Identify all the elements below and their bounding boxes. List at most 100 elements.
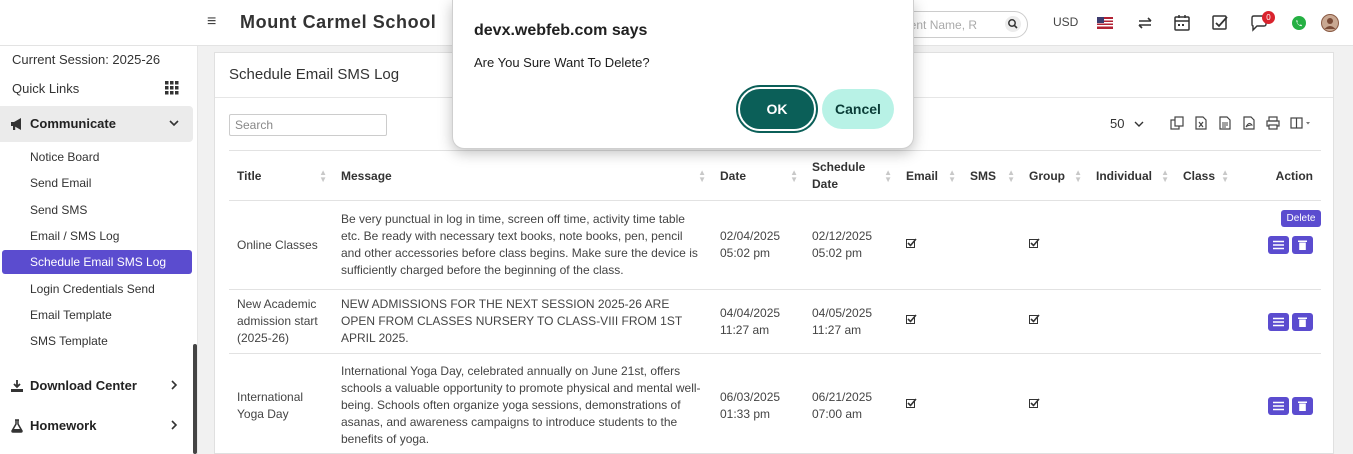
ok-button[interactable]: OK — [738, 87, 816, 131]
excel-icon[interactable] — [1194, 116, 1208, 130]
page-size-select[interactable]: 50 — [1110, 116, 1144, 131]
cell-individual — [1088, 289, 1175, 354]
delete-button[interactable] — [1292, 236, 1313, 254]
sort-icon: ▲ ▼ — [948, 168, 956, 184]
cell-sms — [962, 289, 1021, 354]
cell-action — [1235, 353, 1321, 454]
sidebar-section-label: Communicate — [30, 116, 116, 131]
sidebar-item-send-email[interactable]: Send Email — [2, 171, 192, 195]
column-header-label: Email — [906, 168, 939, 183]
column-header-date[interactable]: Date ▲ ▼ — [712, 150, 804, 201]
sort-icon: ▲ ▼ — [884, 168, 892, 184]
menu-toggle-icon[interactable]: ≡ — [207, 13, 216, 31]
delete-button[interactable] — [1292, 312, 1313, 331]
column-header-schedule-date[interactable]: Schedule Date ▲ ▼ — [804, 150, 898, 201]
list-icon — [1273, 240, 1284, 250]
cell-message: International Yoga Day, celebrated annua… — [333, 353, 712, 454]
sort-icon: ▲ ▼ — [790, 168, 798, 184]
sidebar-item-notice-board[interactable]: Notice Board — [2, 145, 192, 169]
chevron-right-icon — [171, 380, 178, 390]
cell-title: New Academic admission start (2025-26) — [229, 289, 333, 354]
pdf-icon[interactable] — [1242, 116, 1256, 130]
copy-icon[interactable] — [1170, 116, 1184, 130]
column-header-message[interactable]: Message ▲ ▼ — [333, 150, 712, 201]
table-header-row: Title ▲ ▼ Message ▲ ▼ Date ▲ ▼ Schedule Date ▲ ▼… — [229, 150, 1321, 201]
chevron-down-icon — [1134, 121, 1144, 127]
sidebar-item-email-sms-log[interactable]: Email / SMS Log — [2, 224, 192, 248]
sidebar-item-email-template[interactable]: Email Template — [2, 303, 192, 327]
column-header-label: Class — [1183, 168, 1216, 183]
sidebar-section-download-center[interactable]: Download Center — [0, 368, 193, 404]
table-search-input[interactable]: Search — [229, 114, 387, 136]
sidebar-item-label: Send SMS — [30, 203, 88, 217]
grid-icon[interactable] — [165, 81, 179, 95]
dialog-title: devx.webfeb.com says — [474, 22, 648, 39]
notification-badge: 0 — [1262, 11, 1275, 24]
columns-toggle-icon[interactable] — [1290, 116, 1312, 130]
cell-title: International Yoga Day — [229, 353, 333, 454]
cell-group — [1021, 200, 1088, 290]
cell-sms — [962, 353, 1021, 454]
quick-links[interactable]: Quick Links — [12, 81, 79, 96]
cell-individual — [1088, 200, 1175, 290]
cell-date: 02/04/2025 05:02 pm — [712, 200, 804, 290]
column-header-class[interactable]: Class ▲ ▼ — [1175, 150, 1235, 201]
check-square-icon — [1029, 237, 1040, 248]
sidebar-section-label: Download Center — [30, 378, 137, 393]
column-header-title[interactable]: Title ▲ ▼ — [229, 150, 333, 201]
sidebar-item-login-credentials-send[interactable]: Login Credentials Send — [2, 277, 192, 301]
column-header-group[interactable]: Group ▲ ▼ — [1021, 150, 1088, 201]
print-icon[interactable] — [1266, 116, 1280, 130]
sidebar-item-sms-template[interactable]: SMS Template — [2, 329, 192, 353]
check-square-icon — [906, 237, 917, 248]
switch-arrows-icon[interactable] — [1136, 14, 1154, 32]
trash-icon — [1298, 401, 1307, 411]
megaphone-icon — [11, 118, 21, 130]
delete-button[interactable] — [1292, 396, 1313, 415]
whatsapp-icon[interactable] — [1291, 15, 1307, 31]
trash-icon — [1298, 240, 1307, 250]
cell-email — [898, 353, 962, 454]
sidebar-item-schedule-email-sms-log[interactable]: Schedule Email SMS Log — [2, 250, 192, 274]
sort-icon: ▲ ▼ — [1161, 168, 1169, 184]
column-header-email[interactable]: Email ▲ ▼ — [898, 150, 962, 201]
csv-icon[interactable] — [1218, 116, 1232, 130]
check-square-icon — [1029, 398, 1040, 409]
page-title: Schedule Email SMS Log — [229, 66, 400, 83]
sidebar-item-send-sms[interactable]: Send SMS — [2, 198, 192, 222]
column-header-label: Message — [341, 168, 392, 183]
cell-date: 04/04/2025 11:27 am — [712, 289, 804, 354]
sidebar-item-label: Notice Board — [30, 150, 100, 164]
sidebar-section-communicate[interactable]: Communicate — [0, 106, 193, 142]
table-row: New Academic admission start (2025-26) N… — [229, 289, 1321, 354]
view-button[interactable] — [1268, 312, 1289, 331]
cancel-button[interactable]: Cancel — [822, 89, 894, 129]
school-name: Mount Carmel School — [240, 12, 437, 32]
sidebar-section-homework[interactable]: Homework — [0, 408, 193, 444]
sidebar-scrollbar[interactable] — [193, 344, 197, 454]
cell-class — [1175, 353, 1235, 454]
check-square-icon — [906, 314, 917, 324]
view-button[interactable] — [1268, 396, 1289, 415]
cell-class — [1175, 289, 1235, 354]
dialog-message: Are You Sure Want To Delete? — [474, 55, 650, 70]
sort-icon: ▲ ▼ — [698, 168, 706, 184]
column-header-sms[interactable]: SMS ▲ ▼ — [962, 150, 1021, 201]
delete-tooltip: Delete — [1281, 210, 1321, 227]
us-flag-icon[interactable] — [1097, 17, 1113, 29]
currency-selector[interactable]: USD — [1053, 15, 1078, 29]
cell-sms — [962, 200, 1021, 290]
column-header-individual[interactable]: Individual ▲ ▼ — [1088, 150, 1175, 201]
user-avatar[interactable] — [1321, 14, 1339, 32]
column-header-label: Group — [1029, 168, 1065, 183]
view-button[interactable] — [1268, 236, 1289, 254]
cell-group — [1021, 289, 1088, 354]
chevron-down-icon — [169, 120, 179, 127]
search-icon[interactable] — [1005, 16, 1021, 32]
cell-schedule-date: 06/21/2025 07:00 am — [804, 353, 898, 454]
check-square-icon — [906, 398, 917, 409]
download-icon — [11, 380, 23, 392]
task-checkbox-icon[interactable] — [1211, 14, 1229, 32]
calendar-icon[interactable] — [1173, 14, 1191, 32]
sort-icon: ▲ ▼ — [1007, 168, 1015, 184]
